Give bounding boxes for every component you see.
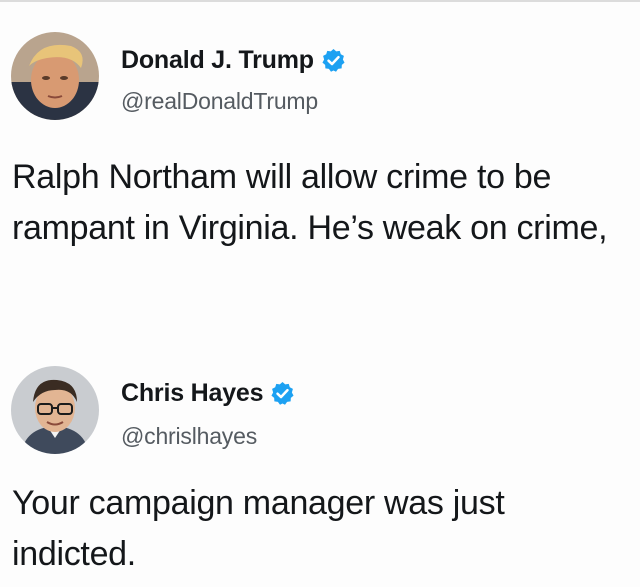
verified-badge-icon (322, 49, 345, 72)
profile-photo-icon (11, 32, 99, 120)
screenshot-page: Donald J. Trump @realDonaldTrump Ralph N… (0, 0, 640, 587)
profile-photo-icon (11, 366, 99, 454)
tweet-text: Ralph Northam will allow crime to be ram… (12, 158, 608, 247)
display-name[interactable]: Chris Hayes (121, 379, 264, 408)
display-name[interactable]: Donald J. Trump (121, 46, 314, 75)
tweet-text: Your campaign manager was just indicted. (12, 484, 505, 573)
tweet: Donald J. Trump @realDonaldTrump Ralph N… (0, 28, 640, 247)
tweet-header: Chris Hayes @chrislhayes (0, 366, 640, 468)
avatar[interactable] (11, 32, 99, 120)
user-handle[interactable]: @chrislhayes (121, 423, 257, 450)
user-handle[interactable]: @realDonaldTrump (121, 88, 318, 115)
avatar[interactable] (11, 366, 99, 454)
verified-badge-icon (271, 382, 294, 405)
tweet-header: Donald J. Trump @realDonaldTrump (0, 28, 640, 128)
name-row: Chris Hayes (121, 379, 295, 408)
name-row: Donald J. Trump (121, 46, 346, 75)
tweet: Chris Hayes @chrislhayes Your campaign m… (0, 366, 640, 573)
